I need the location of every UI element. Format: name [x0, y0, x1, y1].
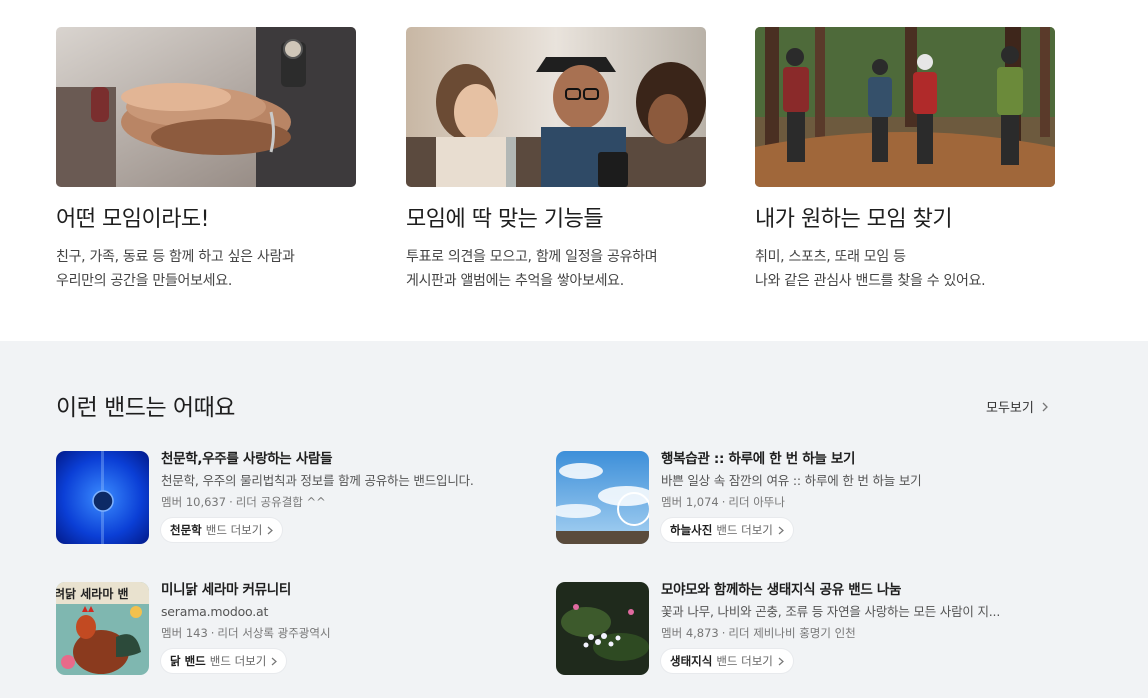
- band-more-button[interactable]: 하늘사진 밴드 더보기: [661, 518, 793, 542]
- band-members: 멤버 4,873: [661, 626, 719, 640]
- feature-title: 모임에 딱 맞는 기능들: [406, 207, 604, 232]
- feature-description: 취미, 스포츠, 또래 모임 등 나와 같은 관심사 밴드를 찾을 수 있어요.: [755, 245, 1055, 293]
- band-members: 멤버 10,637: [161, 495, 227, 509]
- band-leader: 리더 제비나비 홍명기 인천: [728, 626, 856, 640]
- band-cover-image[interactable]: [56, 451, 149, 544]
- feature-group-tools: 모임에 딱 맞는 기능들 투표로 의견을 모으고, 함께 일정을 공유하며 게시…: [406, 27, 706, 293]
- feature-desc-line1: 취미, 스포츠, 또래 모임 등: [755, 249, 906, 265]
- band-name[interactable]: 천문학,우주를 사랑하는 사람들: [161, 449, 541, 469]
- see-all-link[interactable]: 모두보기: [986, 397, 1050, 416]
- separator-dot: ·: [210, 626, 215, 640]
- features-section: 어떤 모임이라도! 친구, 가족, 동료 등 함께 하고 싶은 사람과 우리만의…: [0, 0, 1148, 341]
- band-more-label: 밴드 더보기: [716, 654, 773, 668]
- feature-image-friends: [406, 27, 706, 187]
- feature-any-group: 어떤 모임이라도! 친구, 가족, 동료 등 함께 하고 싶은 사람과 우리만의…: [56, 27, 356, 293]
- band-info: 모야모와 함께하는 생태지식 공유 밴드 나눔 꽃과 나무, 나비와 곤충, 조…: [661, 580, 1041, 673]
- feature-image-hands: [56, 27, 356, 187]
- band-description: serama.modoo.at: [161, 604, 269, 619]
- band-info: 미니닭 세라마 커뮤니티 serama.modoo.at 멤버 143 · 리더 서…: [161, 580, 541, 673]
- feature-desc-line2: 우리만의 공간을 만들어보세요.: [56, 273, 232, 289]
- band-more-button[interactable]: 천문학 밴드 더보기: [161, 518, 283, 542]
- band-leader: 리더 서상록 광주광역시: [217, 626, 331, 640]
- feature-description: 투표로 의견을 모으고, 함께 일정을 공유하며 게시판과 앨범에는 추억을 쌓…: [406, 245, 706, 293]
- band-info: 행복습관 :: 하루에 한 번 하늘 보기 바쁜 일상 속 잠깐의 여유 :: …: [661, 449, 1041, 542]
- band-more-button[interactable]: 생태지식 밴드 더보기: [661, 649, 793, 673]
- chevron-right-icon: [267, 526, 274, 534]
- band-category-tag: 하늘사진: [670, 523, 713, 537]
- recommended-bands-section: 이런 밴드는 어때요 모두보기 천문학,우주를 사랑하는 사람들 천문학, 우주…: [0, 341, 1148, 698]
- feature-desc-line1: 친구, 가족, 동료 등 함께 하고 싶은 사람과: [56, 249, 295, 265]
- chevron-right-icon: [778, 526, 784, 534]
- band-description: 꽃과 나무, 나비와 곤충, 조류 등 자연을 사랑하는 모든 사람이 지...: [661, 604, 1001, 619]
- feature-desc-line1: 투표로 의견을 모으고, 함께 일정을 공유하며: [406, 249, 658, 265]
- feature-title: 어떤 모임이라도!: [56, 207, 210, 232]
- band-cover-image[interactable]: [556, 582, 649, 675]
- feature-find-group: 내가 원하는 모임 찾기 취미, 스포츠, 또래 모임 등 나와 같은 관심사 …: [755, 27, 1055, 293]
- band-more-button[interactable]: 닭 밴드 밴드 더보기: [161, 649, 287, 673]
- band-description: 천문학, 우주의 물리법칙과 정보를 함께 공유하는 밴드입니다.: [161, 473, 474, 488]
- band-cover-image[interactable]: 려닭 세라마 밴: [56, 582, 149, 675]
- feature-desc-line2: 게시판과 앨범에는 추억을 쌓아보세요.: [406, 273, 624, 289]
- band-category-tag: 천문학: [170, 523, 202, 537]
- band-cover-text: 려닭 세라마 밴: [56, 586, 129, 601]
- separator-dot: ·: [721, 626, 726, 640]
- feature-description: 친구, 가족, 동료 등 함께 하고 싶은 사람과 우리만의 공간을 만들어보세…: [56, 245, 356, 293]
- band-name[interactable]: 모야모와 함께하는 생태지식 공유 밴드 나눔: [661, 580, 1041, 600]
- band-meta: 멤버 143 · 리더 서상록 광주광역시: [161, 625, 541, 642]
- separator-dot: ·: [229, 495, 233, 509]
- band-meta: 멤버 10,637 · 리더 공유결합 ^^: [161, 494, 541, 511]
- band-leader: 리더 아뚜나: [728, 495, 785, 509]
- band-meta: 멤버 1,074 · 리더 아뚜나: [661, 494, 1041, 511]
- see-all-label: 모두보기: [986, 401, 1034, 416]
- band-more-label: 밴드 더보기: [205, 523, 263, 537]
- band-more-label: 밴드 더보기: [716, 523, 773, 537]
- band-category-tag: 닭 밴드: [170, 654, 206, 668]
- band-more-label: 밴드 더보기: [209, 654, 267, 668]
- band-leader: 리더 공유결합 ^^: [235, 495, 326, 509]
- band-cover-image[interactable]: [556, 451, 649, 544]
- band-info: 천문학,우주를 사랑하는 사람들 천문학, 우주의 물리법칙과 정보를 함께 공…: [161, 449, 541, 542]
- section-title: 이런 밴드는 어때요: [56, 395, 235, 421]
- chevron-right-icon: [778, 657, 784, 665]
- band-category-tag: 생태지식: [670, 654, 713, 668]
- band-description: 바쁜 일상 속 잠깐의 여유 :: 하루에 한 번 하늘 보기: [661, 473, 922, 488]
- band-members: 멤버 143: [161, 626, 208, 640]
- band-name[interactable]: 행복습관 :: 하루에 한 번 하늘 보기: [661, 449, 1041, 469]
- band-name[interactable]: 미니닭 세라마 커뮤니티: [161, 580, 541, 600]
- band-members: 멤버 1,074: [661, 495, 719, 509]
- feature-image-cyclists: [755, 27, 1055, 187]
- separator-dot: ·: [721, 495, 726, 509]
- chevron-right-icon: [1042, 402, 1048, 411]
- chevron-right-icon: [271, 657, 278, 665]
- feature-desc-line2: 나와 같은 관심사 밴드를 찾을 수 있어요.: [755, 273, 986, 289]
- band-meta: 멤버 4,873 · 리더 제비나비 홍명기 인천: [661, 625, 1041, 642]
- feature-title: 내가 원하는 모임 찾기: [755, 207, 953, 232]
